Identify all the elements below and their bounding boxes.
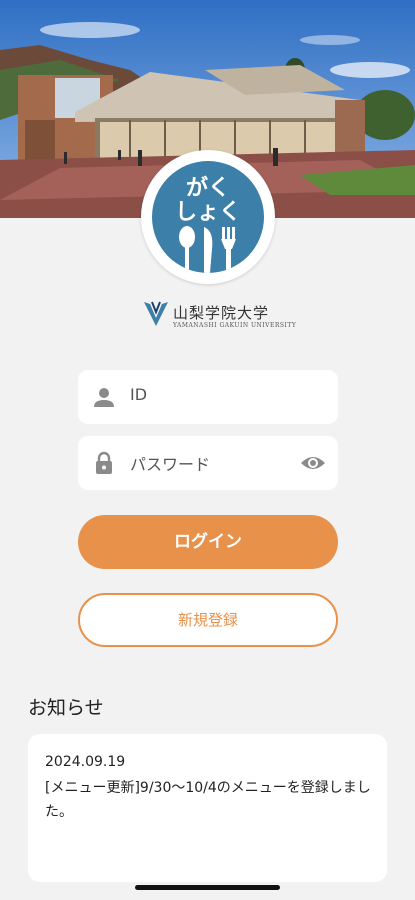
news-date: 2024.09.19	[45, 754, 126, 770]
person-icon	[94, 388, 114, 407]
id-placeholder: ID	[130, 385, 148, 404]
home-indicator[interactable]	[135, 885, 280, 890]
lock-icon	[96, 451, 112, 474]
fork-knife-spoon-icon	[179, 226, 236, 273]
eye-icon[interactable]	[300, 452, 326, 474]
password-field[interactable]: パスワード	[78, 436, 338, 490]
university-emblem-icon	[144, 301, 168, 326]
news-item[interactable]: 2024.09.19 [メニュー更新]9/30〜10/4のメニューを登録しました…	[28, 734, 387, 882]
university-name: 山梨学院大学	[173, 304, 270, 322]
register-button[interactable]: 新規登録	[78, 593, 338, 647]
university-subtitle: YAMANASHI GAKUIN UNIVERSITY	[173, 322, 297, 329]
id-field[interactable]: ID	[78, 370, 338, 424]
news-heading: お知らせ	[28, 697, 104, 719]
password-placeholder: パスワード	[130, 455, 211, 474]
app-logo-emblem: がく しょく	[152, 161, 264, 273]
news-text: [メニュー更新]9/30〜10/4のメニューを登録しました。	[45, 780, 371, 820]
app-logo: がく しょく	[141, 150, 275, 284]
university-logo: 山梨学院大学 YAMANASHI GAKUIN UNIVERSITY	[140, 300, 296, 332]
login-button[interactable]: ログイン	[78, 515, 338, 569]
